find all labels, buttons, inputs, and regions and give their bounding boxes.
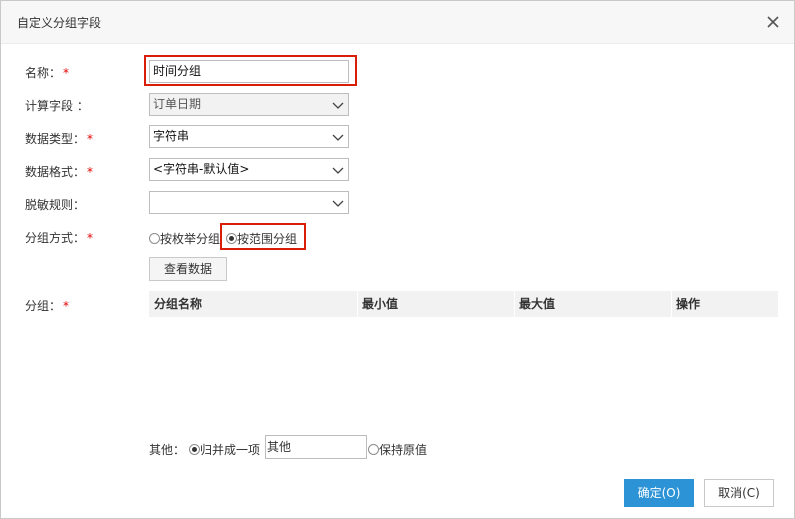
calc-field-label: 计算字段 ： xyxy=(25,99,89,113)
merge-name-input[interactable]: 其他 xyxy=(265,435,367,459)
cancel-button[interactable]: 取消(C) xyxy=(704,479,774,507)
other-label: 其他： xyxy=(149,443,186,457)
name-label: 名称： * xyxy=(25,66,70,80)
mask-rule-select[interactable] xyxy=(149,191,349,214)
column-header-min: 最小值 xyxy=(362,297,399,311)
column-header-max: 最大值 xyxy=(519,297,556,311)
custom-group-field-dialog: 自定义分组字段 名称： * 时间分组 计算字段 ： 订单日期 数据类型： * 字符串… xyxy=(0,0,795,519)
dialog-titlebar: 自定义分组字段 xyxy=(1,1,794,44)
ok-button[interactable]: 确定(O) xyxy=(624,479,694,507)
radio-keep[interactable] xyxy=(368,444,379,455)
range-option-highlight-box xyxy=(220,223,306,250)
data-format-label: 数据格式： * xyxy=(25,165,94,179)
name-highlight-box xyxy=(144,55,357,86)
calc-field-select[interactable]: 订单日期 xyxy=(149,93,349,116)
radio-merge[interactable] xyxy=(189,444,200,455)
data-format-select[interactable]: <字符串-默认值> xyxy=(149,158,349,181)
group-mode-label: 分组方式： * xyxy=(25,231,94,245)
data-format-value: <字符串-默认值> xyxy=(153,162,250,176)
group-table-body xyxy=(149,317,778,427)
data-type-value: 字符串 xyxy=(153,129,190,143)
radio-enum[interactable] xyxy=(149,233,160,244)
chevron-down-icon xyxy=(332,134,344,141)
data-type-select[interactable]: 字符串 xyxy=(149,125,349,148)
group-label: 分组： * xyxy=(25,299,70,313)
view-data-button[interactable]: 查看数据 xyxy=(149,257,227,281)
group-table-header: 分组名称 最小值 最大值 操作 xyxy=(149,291,778,317)
data-type-label: 数据类型： * xyxy=(25,132,94,146)
chevron-down-icon xyxy=(332,102,344,109)
column-header-group-name: 分组名称 xyxy=(154,297,203,311)
calc-field-value: 订单日期 xyxy=(153,97,202,111)
close-icon[interactable] xyxy=(765,14,781,30)
keep-original-option[interactable]: 保持原值 xyxy=(368,441,427,458)
chevron-down-icon xyxy=(332,200,344,207)
chevron-down-icon xyxy=(332,167,344,174)
group-mode-enum-option[interactable]: 按枚举分组 xyxy=(149,230,220,247)
column-header-action: 操作 xyxy=(676,297,701,311)
mask-rule-label: 脱敏规则： xyxy=(25,198,86,212)
dialog-title: 自定义分组字段 xyxy=(17,16,102,30)
merge-option[interactable]: 归并成一项 xyxy=(189,441,260,458)
